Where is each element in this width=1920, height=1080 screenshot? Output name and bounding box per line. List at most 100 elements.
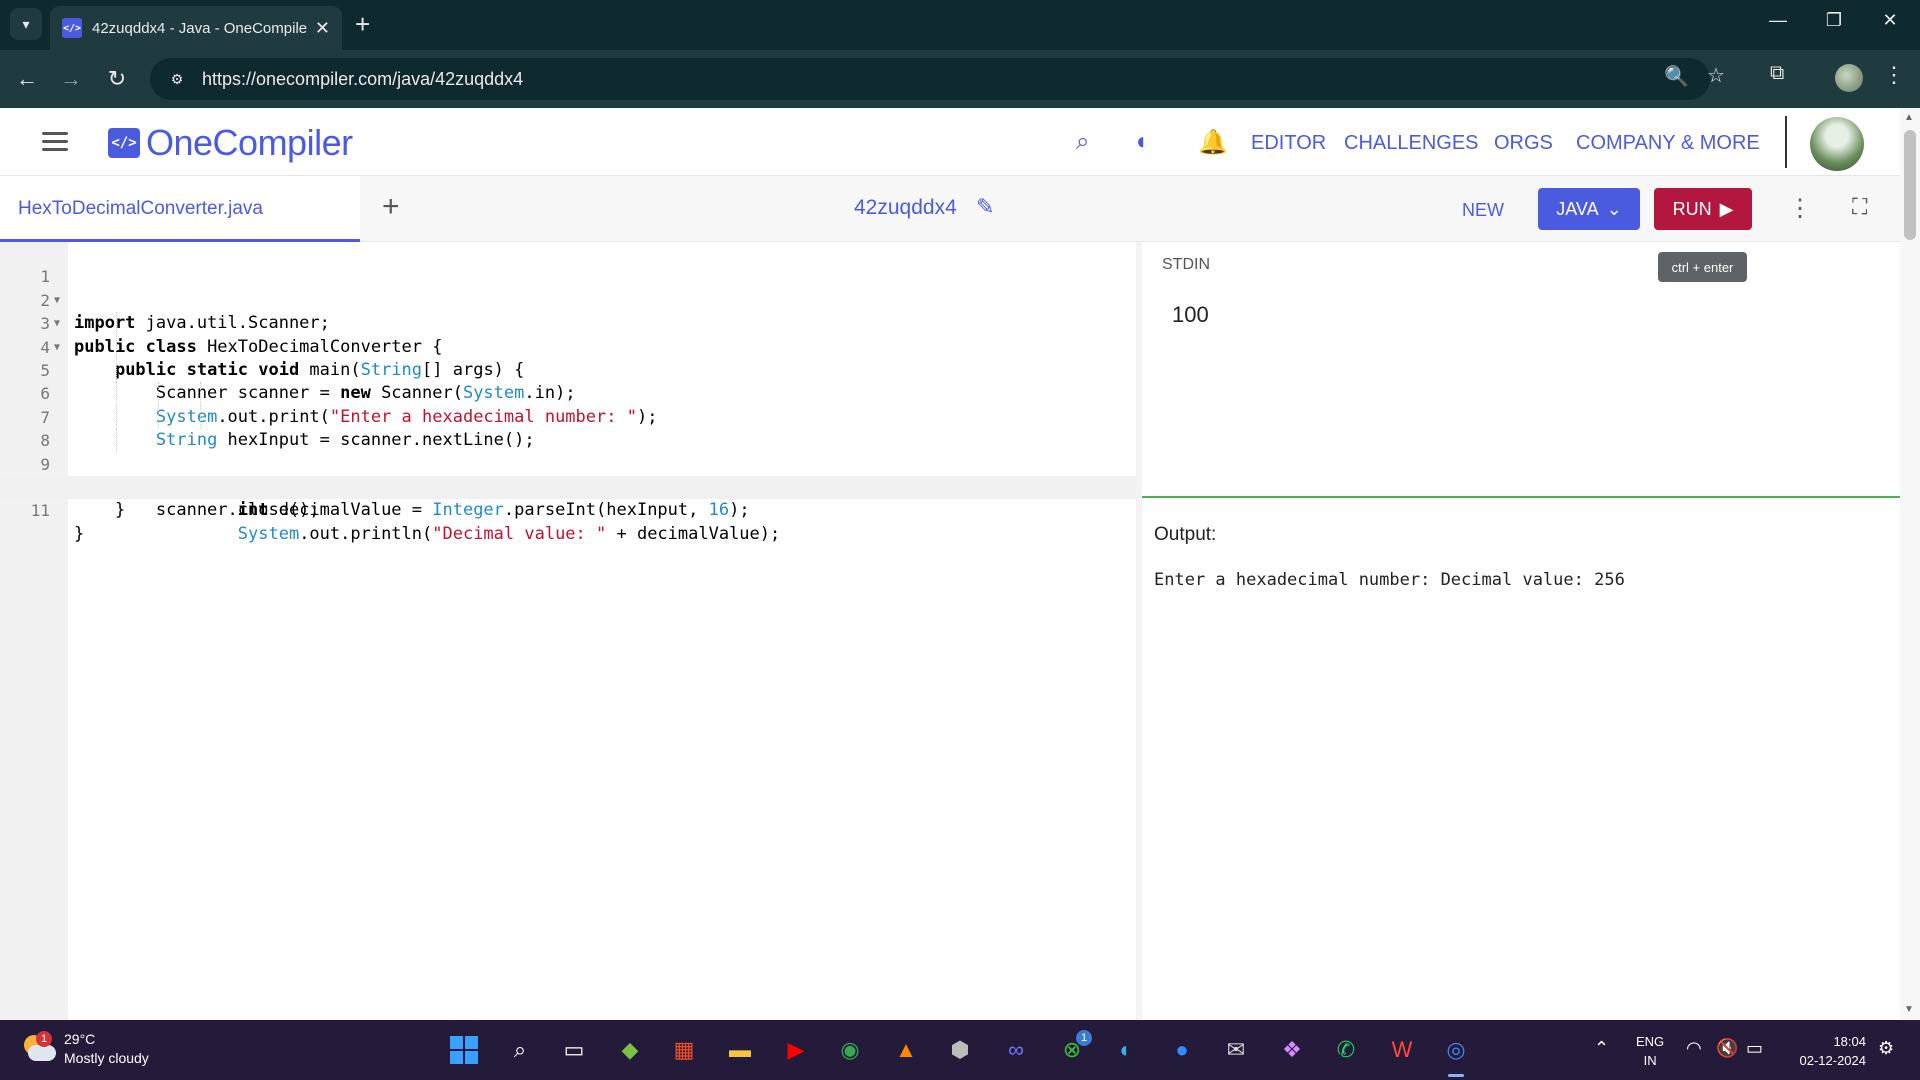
mail-icon[interactable]: ✉ <box>1218 1032 1254 1068</box>
restore-icon[interactable]: ❐ <box>1814 10 1854 31</box>
user-avatar[interactable] <box>1810 117 1864 171</box>
browser-profile-avatar[interactable] <box>1835 64 1863 92</box>
wps-office-icon[interactable]: W <box>1384 1032 1420 1068</box>
new-tab-icon[interactable]: + <box>355 10 370 38</box>
vlc-icon[interactable]: ▲ <box>888 1032 924 1068</box>
reload-icon[interactable]: ↻ <box>102 64 132 94</box>
code-id-title[interactable]: 42zuqddx4 <box>854 196 957 220</box>
new-button[interactable]: NEW <box>1462 200 1504 221</box>
task-view-icon[interactable]: ▭ <box>556 1032 592 1068</box>
battery-icon[interactable]: ▭ <box>1746 1038 1763 1059</box>
weather-badge: 1 <box>36 1031 52 1047</box>
tab-search-chevron-icon[interactable]: ▾ <box>10 8 42 40</box>
nav-company-more[interactable]: COMPANY & MORE <box>1576 132 1760 155</box>
edge-icon[interactable]: ◐ <box>1108 1032 1144 1068</box>
browser-menu-icon[interactable]: ⋮ <box>1883 62 1905 88</box>
tray-overflow-icon[interactable]: ⌃ <box>1594 1038 1609 1059</box>
close-tab-icon[interactable]: ✕ <box>315 18 330 39</box>
code-line: 4 Scanner scanner = new Scanner(System.i… <box>0 312 1136 403</box>
taskbar-search-icon[interactable]: ⌕ <box>502 1032 538 1068</box>
nav-editor[interactable]: EDITOR <box>1251 132 1326 155</box>
minimize-icon[interactable]: — <box>1758 10 1798 31</box>
add-file-icon[interactable]: + <box>382 190 400 224</box>
code-text: } <box>74 523 85 544</box>
ms-store-icon[interactable]: ▦ <box>666 1032 702 1068</box>
whatsapp-icon[interactable]: ✆ <box>1328 1032 1364 1068</box>
site-header: </> OneCompiler ⌕ ◐ 🔔 EDITOR CHALLENGES … <box>0 108 1900 176</box>
url-omnibox[interactable]: ⚙ https://onecompiler.com/java/42zuqddx4 <box>150 58 1710 100</box>
language-select-button[interactable]: JAVA ⌄ <box>1538 188 1640 230</box>
browser-tab-bar: ▾ </> 42zuqddx4 - Java - OneCompiler ✕ +… <box>0 0 1920 50</box>
bookmark-star-icon[interactable]: ☆ <box>1707 63 1725 88</box>
site-info-icon[interactable]: ⚙ <box>166 68 188 90</box>
code-line-active: 11 } <box>0 475 1136 544</box>
scroll-down-icon[interactable]: ▼ <box>1904 1004 1914 1015</box>
copilot-icon[interactable]: ❖ <box>1274 1032 1310 1068</box>
page-scrollbar[interactable]: ▲ ▼ <box>1900 108 1920 1020</box>
xbox-icon[interactable]: ⊗ 1 <box>1054 1030 1092 1068</box>
theme-toggle-icon[interactable]: ◐ <box>1136 128 1151 156</box>
language-label: JAVA <box>1556 198 1599 219</box>
stdin-input[interactable]: 100 <box>1172 302 1209 328</box>
stdin-label: STDIN <box>1162 256 1210 273</box>
unity-icon[interactable]: ⬢ <box>942 1032 978 1068</box>
fullscreen-icon[interactable]: ⛶ <box>1852 194 1867 220</box>
language-code: ENG <box>1636 1034 1665 1049</box>
scroll-thumb[interactable] <box>1904 130 1916 240</box>
zoom-icon[interactable]: ● <box>1164 1032 1200 1068</box>
code-text: System.out.println("Decimal value: " + d… <box>237 523 781 544</box>
code-lines[interactable]: 1 ▼ import java.util.Scanner; 2 ▼ public… <box>0 242 1136 544</box>
hamburger-menu-icon[interactable] <box>42 132 68 152</box>
nav-orgs[interactable]: ORGS <box>1494 132 1553 155</box>
code-line: 2 ▼ public class HexToDecimalConverter { <box>0 265 1136 357</box>
code-line: 9 scanner.close(); <box>0 429 1136 520</box>
run-button[interactable]: RUN ▶ <box>1654 188 1752 230</box>
editor-toolbar: HexToDecimalConverter.java + 42zuqddx4 ✎… <box>0 176 1900 242</box>
region-code: IN <box>1643 1053 1657 1068</box>
file-explorer-icon[interactable]: ▬ <box>722 1032 758 1068</box>
onecompiler-logo[interactable]: </> OneCompiler <box>108 122 353 164</box>
zoom-icon[interactable]: 🔍 <box>1664 64 1689 89</box>
edit-pencil-icon[interactable]: ✎ <box>976 194 994 220</box>
run-shortcut-tooltip: ctrl + enter <box>1658 252 1747 282</box>
url-text: https://onecompiler.com/java/42zuqddx4 <box>202 68 524 89</box>
weather-widget[interactable]: 1 29°C Mostly cloudy <box>22 1030 149 1068</box>
youtube-icon[interactable]: ▶ <box>778 1032 814 1068</box>
file-tab[interactable]: HexToDecimalConverter.java <box>0 176 360 242</box>
search-icon[interactable]: ⌕ <box>1076 128 1089 156</box>
code-line: 8 System.out.println("Decimal value: " +… <box>0 405 1136 544</box>
clock-date: 02-12-2024 <box>1799 1053 1867 1068</box>
chrome-icon[interactable]: ◉ <box>832 1032 868 1068</box>
code-text: } <box>74 500 126 521</box>
xbox-badge: 1 <box>1076 1030 1092 1046</box>
stdin-panel[interactable]: STDIN 100 <box>1142 242 1900 498</box>
notification-bell-icon[interactable]: 🔔 <box>1198 128 1228 157</box>
visual-studio-icon[interactable]: ∞ <box>998 1032 1034 1068</box>
browser-tab[interactable]: </> 42zuqddx4 - Java - OneCompiler ✕ <box>50 6 342 50</box>
notification-center-icon[interactable]: ⚙ <box>1878 1038 1894 1059</box>
browser-address-bar: ← → ↻ ⚙ https://onecompiler.com/java/42z… <box>0 50 1920 108</box>
forward-icon[interactable]: → <box>56 64 86 94</box>
extensions-icon[interactable]: ⧉ <box>1770 62 1784 85</box>
more-options-icon[interactable]: ⋮ <box>1788 194 1812 223</box>
wifi-icon[interactable]: ◠ <box>1686 1038 1702 1059</box>
code-editor[interactable]: 1 ▼ import java.util.Scanner; 2 ▼ public… <box>0 242 1136 1020</box>
output-label: Output: <box>1154 524 1217 545</box>
logo-mark-icon: </> <box>108 128 140 158</box>
code-line: 6 String hexInput = scanner.nextLine(); <box>0 358 1136 450</box>
clock[interactable]: 18:04 02-12-2024 <box>1786 1032 1867 1070</box>
windows-start-icon[interactable] <box>446 1032 482 1068</box>
close-window-icon[interactable]: ✕ <box>1870 10 1910 31</box>
nav-challenges[interactable]: CHALLENGES <box>1344 132 1479 155</box>
weather-temp: 29°C <box>64 1031 96 1047</box>
scroll-up-icon[interactable]: ▲ <box>1904 112 1914 123</box>
clock-time: 18:04 <box>1833 1034 1866 1049</box>
back-icon[interactable]: ← <box>12 64 42 94</box>
weather-desc: Mostly cloudy <box>64 1050 149 1066</box>
active-app-indicator <box>1448 1074 1464 1077</box>
gallery-app-icon[interactable]: ◆ <box>612 1032 648 1068</box>
volume-muted-icon[interactable]: 🔇 <box>1716 1038 1738 1059</box>
language-indicator[interactable]: ENG IN <box>1636 1032 1664 1070</box>
chrome-active-icon[interactable]: ◎ <box>1438 1032 1474 1068</box>
code-line: 5 System.out.print("Enter a hexadecimal … <box>0 335 1136 427</box>
